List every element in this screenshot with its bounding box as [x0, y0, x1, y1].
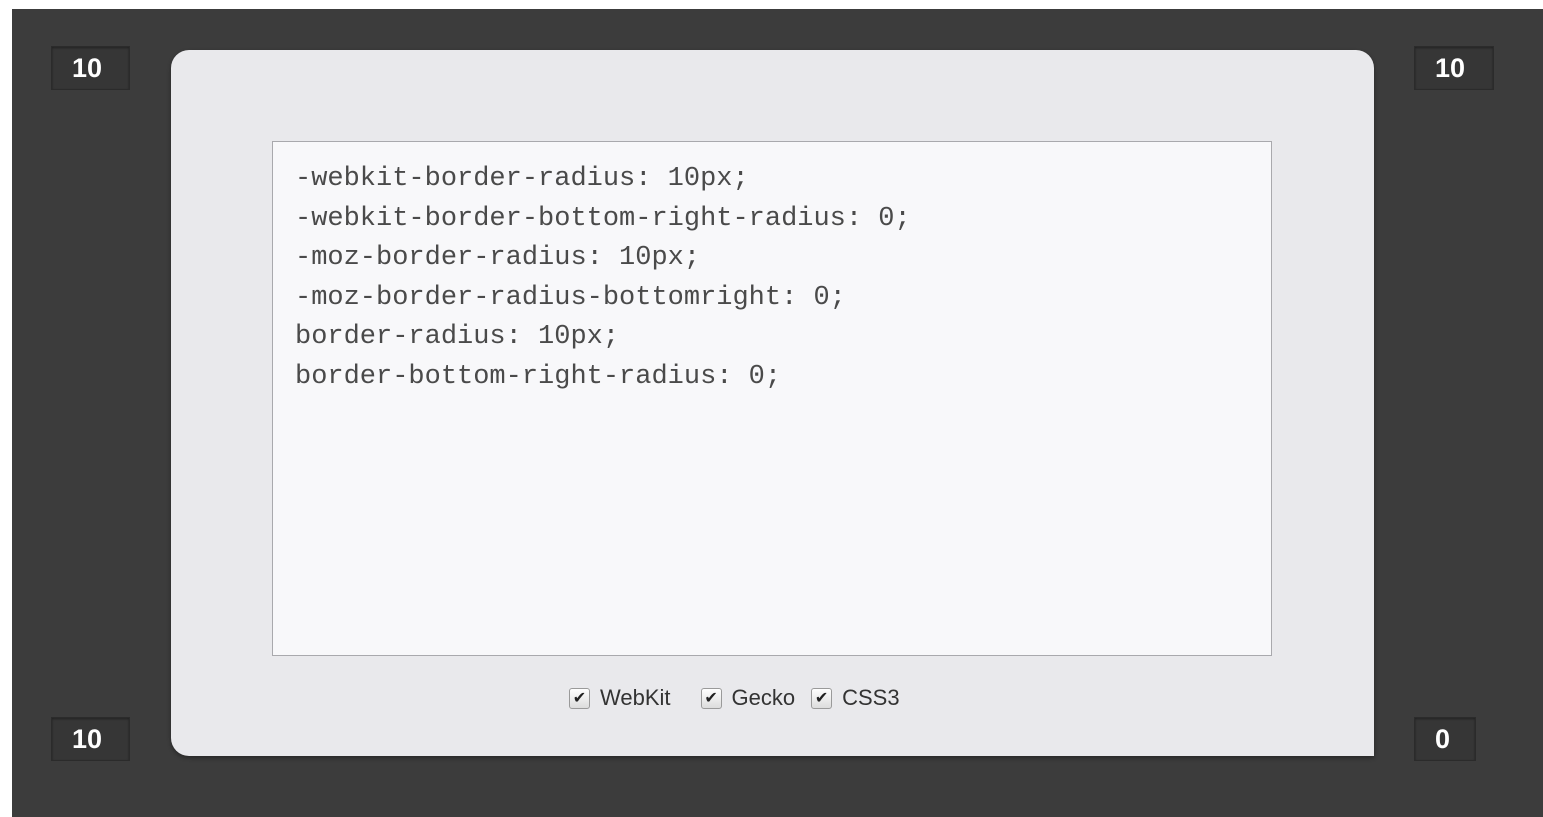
code-line: border-bottom-right-radius: 0; — [295, 361, 782, 392]
code-line: -webkit-border-radius: 10px; — [295, 164, 749, 194]
browser-options: ✔ WebKit ✔ Gecko ✔ CSS3 — [565, 680, 900, 716]
top-right-radius-input[interactable] — [1414, 46, 1494, 90]
css3-checkbox[interactable]: ✔ — [811, 687, 833, 709]
css-code-output[interactable]: -webkit-border-radius: 10px; -webkit-bord… — [272, 141, 1272, 656]
gecko-option[interactable]: ✔ Gecko — [700, 685, 796, 711]
webkit-label: WebKit — [600, 685, 671, 710]
gecko-checkbox[interactable]: ✔ — [700, 687, 722, 709]
code-line: -moz-border-radius: 10px; — [295, 243, 701, 274]
webkit-option[interactable]: ✔ WebKit — [569, 685, 671, 711]
code-line: -webkit-border-bottom-right-radius: 0; — [295, 203, 911, 234]
bottom-left-radius-input[interactable] — [51, 717, 130, 761]
code-line: border-radius: 10px; — [295, 322, 620, 353]
code-line: -moz-border-radius-bottomright: 0; — [295, 282, 846, 313]
top-left-radius-input[interactable] — [51, 46, 130, 90]
css3-label: CSS3 — [842, 685, 900, 710]
bottom-right-radius-input[interactable] — [1414, 717, 1476, 761]
webkit-checkbox[interactable]: ✔ — [569, 687, 590, 709]
gecko-label: Gecko — [731, 685, 796, 710]
css3-option[interactable]: ✔ CSS3 — [811, 685, 900, 711]
